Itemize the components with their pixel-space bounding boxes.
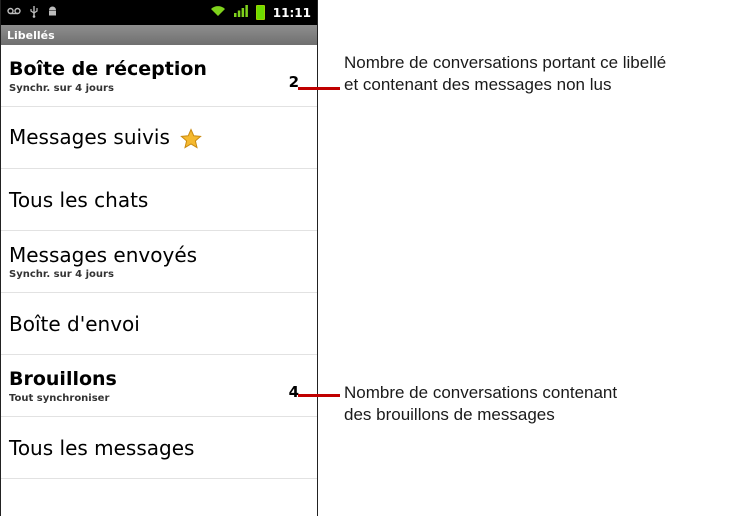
label-row-all-mail[interactable]: Tous les messages xyxy=(1,417,317,479)
page-title: Libellés xyxy=(1,25,317,45)
label-row-starred[interactable]: Messages suivis xyxy=(1,107,317,169)
label-row-chats[interactable]: Tous les chats xyxy=(1,169,317,231)
callout-unread: Nombre de conversations portant ce libel… xyxy=(344,52,666,96)
label-row-inbox[interactable]: Boîte de réception Synchr. sur 4 jours 2 xyxy=(1,45,317,107)
callout-unread-line1: Nombre de conversations portant ce libel… xyxy=(344,53,667,72)
label-name: Tous les messages xyxy=(9,435,195,460)
callout-drafts-line1: Nombre de conversations contenant xyxy=(344,383,618,402)
clock: 11:11 xyxy=(272,5,311,20)
voicemail-icon xyxy=(7,6,21,19)
callout-line-unread xyxy=(298,87,340,90)
label-name: Brouillons xyxy=(9,368,117,390)
callout-line-drafts xyxy=(298,394,340,397)
label-sync-status: Tout synchroniser xyxy=(9,393,110,404)
android-debug-icon xyxy=(47,5,58,20)
star-icon xyxy=(180,128,202,150)
label-name: Messages suivis xyxy=(9,125,170,150)
draft-count: 4 xyxy=(288,383,299,401)
label-name: Tous les chats xyxy=(9,187,149,212)
signal-icon xyxy=(233,5,248,20)
callout-drafts-line2: des brouillons de messages xyxy=(344,405,555,424)
status-bar: 11:11 xyxy=(1,0,317,25)
callout-unread-line2: et contenant des messages non lus xyxy=(344,75,612,94)
battery-icon xyxy=(255,5,265,20)
label-sync-status: Synchr. sur 4 jours xyxy=(9,83,114,94)
label-name: Messages envoyés xyxy=(9,243,198,267)
label-row-drafts[interactable]: Brouillons Tout synchroniser 4 xyxy=(1,355,317,417)
label-name: Boîte d'envoi xyxy=(9,311,140,336)
label-sync-status: Synchr. sur 4 jours xyxy=(9,269,114,280)
label-row-sent[interactable]: Messages envoyés Synchr. sur 4 jours xyxy=(1,231,317,293)
label-list: Boîte de réception Synchr. sur 4 jours 2… xyxy=(1,45,317,479)
wifi-icon xyxy=(210,5,226,20)
phone-screen: 11:11 Libellés Boîte de réception Synchr… xyxy=(0,0,318,516)
usb-icon xyxy=(29,5,39,21)
label-name: Boîte de réception xyxy=(9,58,207,80)
label-row-outbox[interactable]: Boîte d'envoi xyxy=(1,293,317,355)
callout-drafts: Nombre de conversations contenant des br… xyxy=(344,382,617,426)
